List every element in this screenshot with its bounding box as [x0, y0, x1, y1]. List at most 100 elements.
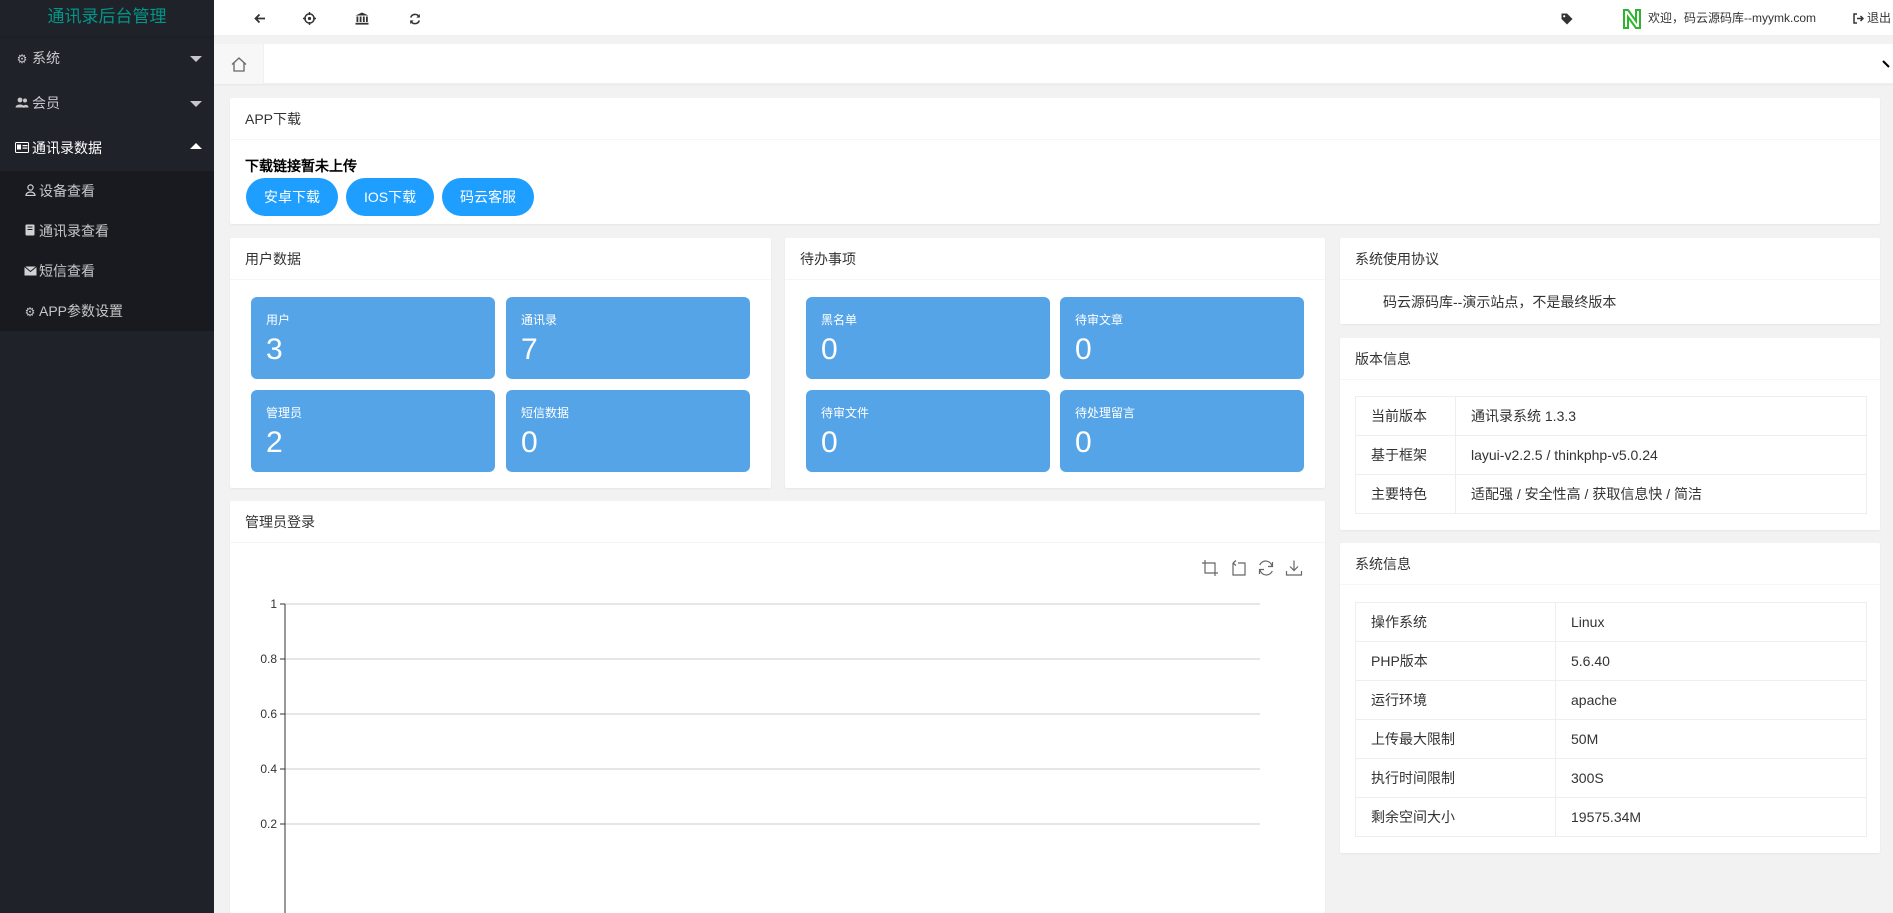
stat-contacts[interactable]: 通讯录 7 [506, 297, 750, 379]
chevron-down-icon [1882, 60, 1890, 68]
stat-value: 2 [266, 426, 283, 459]
avatar [1623, 8, 1641, 29]
refresh-icon [409, 13, 421, 24]
stat-value: 0 [1075, 333, 1092, 366]
table-row: 操作系统 Linux [1355, 602, 1867, 642]
system-info-card: 系统信息 操作系统 Linux PHP版本 5.6.40 运行环境 apache… [1340, 543, 1880, 853]
stat-label: 待审文章 [1075, 313, 1124, 327]
card-title: 待办事项 [785, 238, 1325, 280]
agreement-card: 系统使用协议 码云源码库--演示站点，不是最终版本 [1340, 238, 1880, 324]
table-value: layui-v2.2.5 / thinkphp-v5.0.24 [1455, 435, 1867, 475]
welcome-text: 欢迎，码云源码库--myymk.com [1648, 11, 1816, 25]
sign-out-icon [1853, 13, 1865, 25]
app-download-card: APP下载 下载链接暂未上传 安卓下载 IOS下载 码云客服 [230, 98, 1880, 224]
app-title[interactable]: 通讯录后台管理 [0, 0, 214, 36]
sidebar: 通讯录后台管理 ⚙ 系统 会员 通讯录数据 设备查看 通讯录查看 短信查看 ⚙ … [0, 0, 214, 913]
arrow-left-icon [254, 13, 265, 24]
table-key: 运行环境 [1355, 680, 1556, 720]
ios-download-button[interactable]: IOS下载 [346, 178, 435, 216]
stat-value: 0 [1075, 426, 1092, 459]
user-info[interactable]: 欢迎，码云源码库--myymk.com [1622, 0, 1816, 36]
fullscreen-button[interactable] [303, 0, 316, 36]
stat-label: 待处理留言 [1075, 406, 1136, 420]
table-row: 执行时间限制 300S [1355, 758, 1867, 798]
stat-value: 0 [521, 426, 538, 459]
card-title: 用户数据 [230, 238, 771, 280]
stat-label: 黑名单 [821, 313, 858, 327]
todo-card: 待办事项 黑名单 0 待审文章 0 待审文件 0 待处理留言 0 [785, 238, 1325, 488]
crosshair-icon [303, 12, 316, 26]
gear-icon: ⚙ [16, 52, 28, 66]
user-data-card: 用户数据 用户 3 通讯录 7 管理员 2 短信数据 0 [230, 238, 771, 488]
card-title: 系统信息 [1340, 543, 1880, 585]
table-value: apache [1555, 680, 1867, 720]
table-key: 主要特色 [1355, 474, 1456, 514]
tag-button[interactable] [1561, 0, 1573, 36]
stat-label: 管理员 [266, 406, 303, 420]
submenu: 设备查看 通讯录查看 短信查看 ⚙ APP参数设置 [0, 171, 214, 331]
stat-value: 0 [821, 333, 838, 366]
stat-blacklist[interactable]: 黑名单 0 [806, 297, 1050, 379]
stat-pending-articles[interactable]: 待审文章 0 [1060, 297, 1304, 379]
table-value: 300S [1555, 758, 1867, 798]
envelope-icon [23, 252, 37, 292]
bank-icon [355, 12, 369, 25]
table-row: 运行环境 apache [1355, 680, 1867, 720]
sidebar-item-devices[interactable]: 设备查看 [0, 171, 214, 211]
sidebar-item-label: 短信查看 [39, 263, 95, 279]
stat-users[interactable]: 用户 3 [251, 297, 495, 379]
table-key: PHP版本 [1355, 641, 1556, 681]
y-tick-label: 1 [270, 597, 277, 611]
tag-icon [1561, 13, 1573, 25]
card-title: 管理员登录 [230, 501, 1325, 543]
stat-label: 短信数据 [521, 406, 570, 420]
table-row: 上传最大限制 50M [1355, 719, 1867, 759]
tab-home[interactable] [214, 44, 264, 84]
tab-menu-button[interactable] [1881, 56, 1893, 72]
sidebar-item-label: 设备查看 [39, 183, 95, 199]
refresh-button[interactable] [409, 0, 421, 36]
sidebar-item-system[interactable]: ⚙ 系统 [0, 36, 214, 81]
table-value: 5.6.40 [1555, 641, 1867, 681]
table-row: PHP版本 5.6.40 [1355, 641, 1867, 681]
card-title: APP下载 [230, 98, 1880, 140]
sidebar-item-app-settings[interactable]: ⚙ APP参数设置 [0, 291, 214, 331]
version-table: 当前版本 通讯录系统 1.3.3 基于框架 layui-v2.2.5 / thi… [1355, 396, 1867, 514]
table-value: 50M [1555, 719, 1867, 759]
sidebar-item-sms[interactable]: 短信查看 [0, 251, 214, 291]
stat-value: 7 [521, 333, 538, 366]
sidebar-item-contacts-data[interactable]: 通讯录数据 [0, 126, 214, 171]
tab-bar [214, 44, 1893, 84]
stat-admins[interactable]: 管理员 2 [251, 390, 495, 472]
back-button[interactable] [254, 0, 266, 36]
stat-label: 通讯录 [521, 313, 558, 327]
table-row: 基于框架 layui-v2.2.5 / thinkphp-v5.0.24 [1355, 435, 1867, 475]
logout-button[interactable]: 退出 [1853, 0, 1893, 36]
sidebar-item-label: 系统 [32, 50, 60, 66]
card-title: 系统使用协议 [1340, 238, 1880, 280]
gear-icon: ⚙ [24, 305, 36, 319]
stat-value: 3 [266, 333, 283, 366]
chevron-up-icon [190, 143, 202, 149]
customer-service-button[interactable]: 码云客服 [442, 178, 534, 216]
sidebar-item-contacts[interactable]: 通讯录查看 [0, 211, 214, 251]
stat-pending-files[interactable]: 待审文件 0 [806, 390, 1050, 472]
android-download-button[interactable]: 安卓下载 [246, 178, 338, 216]
user-icon [23, 172, 37, 212]
book-icon [23, 212, 37, 252]
y-tick-label: 0.6 [260, 707, 277, 721]
download-notice: 下载链接暂未上传 [245, 158, 357, 174]
home-site-button[interactable] [355, 0, 369, 36]
card-title: 版本信息 [1340, 338, 1880, 380]
sidebar-item-label: APP参数设置 [39, 303, 124, 319]
stat-label: 待审文件 [821, 406, 870, 420]
stat-pending-messages[interactable]: 待处理留言 0 [1060, 390, 1304, 472]
top-header: 欢迎，码云源码库--myymk.com 退出 [214, 0, 1893, 36]
table-value: 19575.34M [1555, 797, 1867, 837]
stat-sms[interactable]: 短信数据 0 [506, 390, 750, 472]
logout-label: 退出 [1867, 11, 1892, 25]
sidebar-item-members[interactable]: 会员 [0, 81, 214, 126]
sidebar-item-label: 通讯录查看 [39, 223, 109, 239]
agreement-text: 码云源码库--演示站点，不是最终版本 [1383, 294, 1617, 310]
table-value: Linux [1555, 602, 1867, 642]
